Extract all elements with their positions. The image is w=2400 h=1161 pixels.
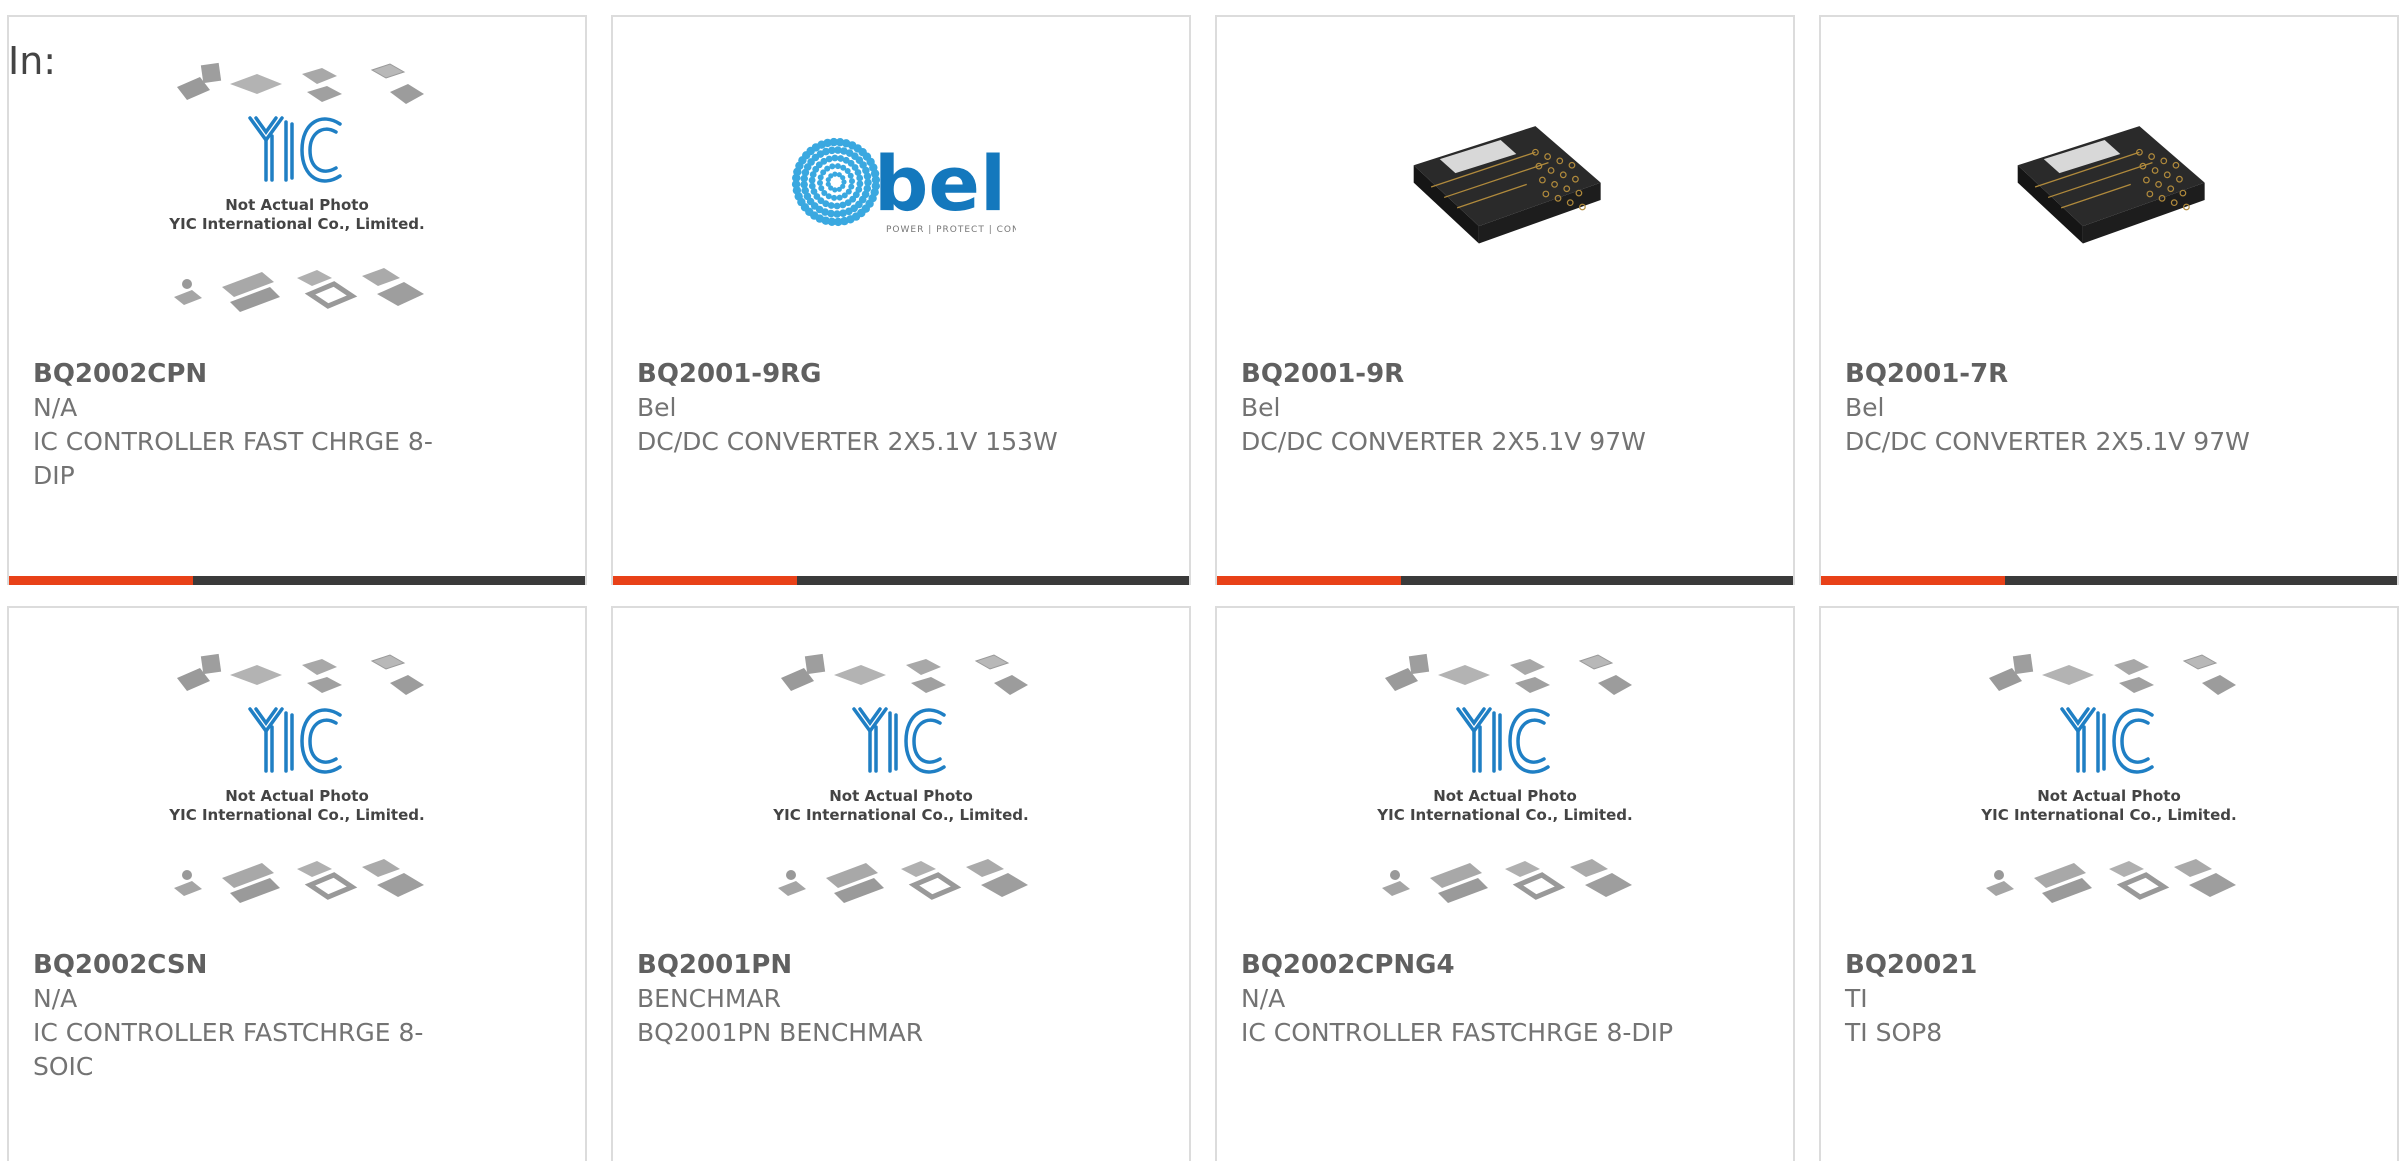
product-card[interactable]: Not Actual Photo YIC International Co., L… (1215, 606, 1795, 1161)
manufacturer: N/A (33, 984, 78, 1013)
product-image (1821, 17, 2397, 357)
description: DC/DC CONVERTER 2X5.1V 153W (637, 427, 1058, 456)
description: DC/DC CONVERTER 2X5.1V 97W (1241, 427, 1646, 456)
placeholder-line1: Not Actual Photo (1433, 787, 1577, 805)
part-number[interactable]: BQ2001PN (637, 948, 1077, 982)
placeholder-line2: YIC International Co., Limited. (168, 806, 424, 824)
product-card[interactable]: BQ2001-9R Bel DC/DC CONVERTER 2X5.1V 97W (1215, 15, 1795, 585)
placeholder-line1: Not Actual Photo (225, 196, 369, 214)
placeholder-line1: Not Actual Photo (829, 787, 973, 805)
product-image: Not Actual Photo YIC International Co., L… (9, 17, 585, 357)
description: IC CONTROLLER FASTCHRGE 8-DIP (1241, 1018, 1674, 1047)
yic-placeholder-graphic: Not Actual PhotoYIC International Co., L… (1376, 653, 1633, 903)
placeholder-line2: YIC International Co., Limited. (1376, 806, 1632, 824)
manufacturer: Bel (1241, 393, 1281, 422)
card-accent-bar (9, 576, 585, 585)
manufacturer: TI (1845, 984, 1868, 1013)
product-card[interactable]: Not Actual Photo YIC International Co., L… (611, 606, 1191, 1161)
part-number[interactable]: BQ2001-9RG (637, 357, 1077, 391)
yic-placeholder-graphic: Not Actual PhotoYIC International Co., L… (1980, 653, 2237, 903)
product-image: Not Actual Photo YIC International Co., L… (1821, 608, 2397, 948)
dc-dc-converter-module-icon (2017, 126, 2205, 244)
bel-logo: belPOWER | PROTECT | CONNECT (791, 137, 1016, 235)
manufacturer: BENCHMAR (637, 984, 781, 1013)
part-number[interactable]: BQ2002CPN (33, 357, 473, 391)
product-image (1217, 17, 1793, 357)
description: IC CONTROLLER FAST CHRGE 8-DIP (33, 427, 433, 490)
product-image: Not Actual Photo YIC International Co., L… (9, 608, 585, 948)
product-card[interactable]: belPOWER | PROTECT | CONNECT BQ2001-9RG … (611, 15, 1191, 585)
manufacturer: Bel (1845, 393, 1885, 422)
card-accent-bar (1821, 576, 2397, 585)
yic-placeholder-graphic: Not Actual PhotoYIC International Co., L… (168, 62, 425, 312)
product-card[interactable]: Not Actual Photo YIC International Co., L… (7, 606, 587, 1161)
card-accent-bar (1217, 576, 1793, 585)
description: BQ2001PN BENCHMAR (637, 1018, 924, 1047)
part-number[interactable]: BQ2001-7R (1845, 357, 2285, 391)
bel-wordmark: bel (874, 139, 1006, 228)
part-number[interactable]: BQ2002CSN (33, 948, 473, 982)
yic-logo-icon (2060, 707, 2154, 774)
part-number[interactable]: BQ20021 (1845, 948, 2285, 982)
placeholder-line1: Not Actual Photo (225, 787, 369, 805)
yic-logo-icon (248, 707, 342, 774)
part-number[interactable]: BQ2002CPNG4 (1241, 948, 1681, 982)
description: TI SOP8 (1845, 1018, 1943, 1047)
product-image: belPOWER | PROTECT | CONNECT (613, 17, 1189, 357)
yic-placeholder-graphic: Not Actual PhotoYIC International Co., L… (772, 653, 1029, 903)
dc-dc-converter-module-icon (1413, 126, 1601, 244)
description: DC/DC CONVERTER 2X5.1V 97W (1845, 427, 2250, 456)
card-accent-bar (613, 576, 1189, 585)
yic-placeholder-graphic: Not Actual PhotoYIC International Co., L… (168, 653, 425, 903)
yic-logo-icon (852, 707, 946, 774)
manufacturer: Bel (637, 393, 677, 422)
placeholder-line2: YIC International Co., Limited. (772, 806, 1028, 824)
manufacturer: N/A (1241, 984, 1286, 1013)
product-card[interactable]: Not Actual Photo YIC International Co., L… (1819, 606, 2399, 1161)
product-image: Not Actual Photo YIC International Co., L… (613, 608, 1189, 948)
yic-logo-icon (248, 116, 342, 183)
placeholder-line2: YIC International Co., Limited. (168, 215, 424, 233)
bel-burst-icon (791, 137, 881, 227)
product-card[interactable]: Not Actual Photo YIC International Co., L… (7, 15, 587, 585)
bel-tagline: POWER | PROTECT | CONNECT (886, 225, 1016, 235)
placeholder-line2: YIC International Co., Limited. (1980, 806, 2236, 824)
product-image: Not Actual Photo YIC International Co., L… (1217, 608, 1793, 948)
part-number[interactable]: BQ2001-9R (1241, 357, 1681, 391)
placeholder-line1: Not Actual Photo (2037, 787, 2181, 805)
product-card[interactable]: BQ2001-7R Bel DC/DC CONVERTER 2X5.1V 97W (1819, 15, 2399, 585)
manufacturer: N/A (33, 393, 78, 422)
yic-logo-icon (1456, 707, 1550, 774)
in-label: In: (8, 39, 57, 83)
description: IC CONTROLLER FASTCHRGE 8-SOIC (33, 1018, 424, 1081)
